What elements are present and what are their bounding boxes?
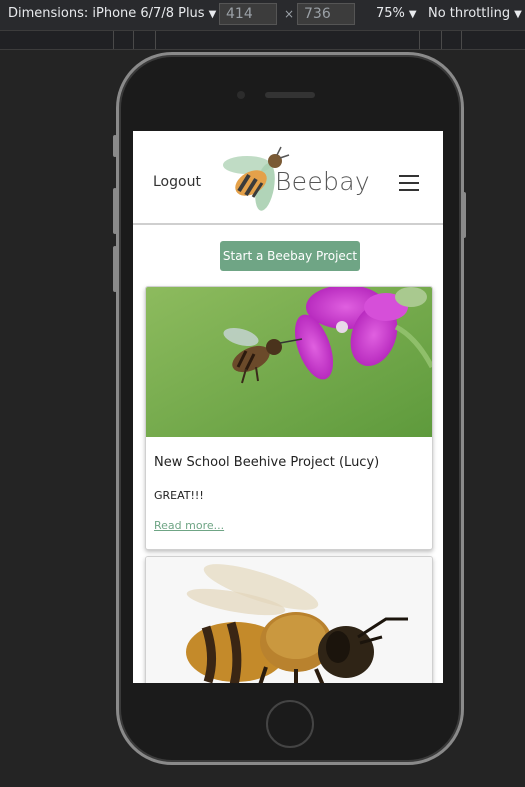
device-dimensions-select[interactable]: Dimensions: iPhone 6/7/8 Plus ▼ bbox=[8, 6, 216, 21]
card-description: GREAT!!! bbox=[154, 489, 204, 502]
project-card bbox=[145, 556, 433, 683]
device-dimensions-label: Dimensions: iPhone 6/7/8 Plus bbox=[8, 6, 205, 21]
ruler-marker bbox=[461, 31, 462, 49]
ruler-marker bbox=[441, 31, 442, 49]
media-query-ruler bbox=[0, 30, 525, 50]
logout-link[interactable]: Logout bbox=[153, 174, 201, 190]
card-title: New School Beehive Project (Lucy) bbox=[154, 455, 380, 470]
start-project-button[interactable]: Start a Beebay Project bbox=[220, 241, 360, 271]
zoom-label: 75% bbox=[376, 6, 405, 21]
height-input[interactable]: 736 bbox=[297, 3, 355, 25]
bee-flower-photo bbox=[146, 287, 432, 437]
ruler-marker bbox=[419, 31, 420, 49]
caret-down-icon: ▼ bbox=[408, 9, 417, 20]
read-more-link[interactable]: Read more... bbox=[154, 519, 224, 532]
project-card: New School Beehive Project (Lucy) GREAT!… bbox=[145, 286, 433, 550]
earpiece-speaker bbox=[265, 92, 315, 98]
ruler-marker bbox=[113, 31, 114, 49]
devtools-toolbar: Dimensions: iPhone 6/7/8 Plus ▼ 414 × 736… bbox=[0, 0, 525, 30]
brand-name[interactable]: Beebay bbox=[275, 167, 370, 196]
throttling-select[interactable]: No throttling ▼ bbox=[428, 6, 522, 21]
menu-icon[interactable] bbox=[399, 175, 419, 191]
front-camera bbox=[237, 91, 245, 99]
device-screen: Logout Beebay Start a Beebay Project New… bbox=[133, 131, 443, 683]
ruler-marker bbox=[155, 31, 156, 49]
dimension-separator: × bbox=[284, 7, 295, 21]
site-header: Logout Beebay bbox=[133, 131, 443, 225]
caret-down-icon: ▼ bbox=[208, 9, 217, 20]
zoom-select[interactable]: 75% ▼ bbox=[376, 6, 417, 21]
width-input[interactable]: 414 bbox=[219, 3, 277, 25]
home-button[interactable] bbox=[266, 700, 314, 748]
caret-down-icon: ▼ bbox=[514, 9, 522, 20]
ruler-marker bbox=[133, 31, 134, 49]
honeybee-photo bbox=[146, 557, 432, 683]
throttling-label: No throttling bbox=[428, 6, 511, 21]
